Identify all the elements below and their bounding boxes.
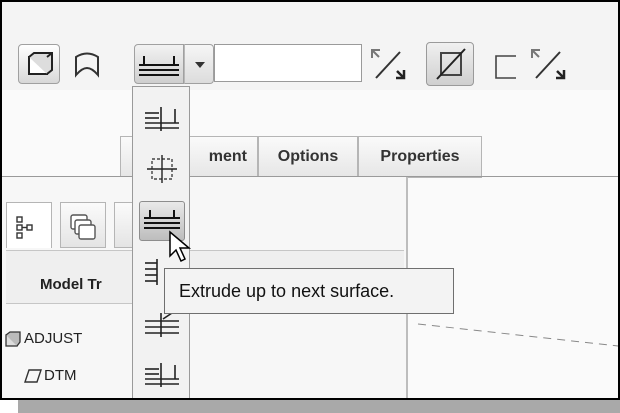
tab-options-label: Options	[277, 148, 339, 165]
surface-icon	[75, 52, 99, 78]
tree-item-part[interactable]: ADJUST	[24, 330, 82, 347]
solid-icon	[28, 52, 53, 75]
flip-direction-icon	[371, 49, 406, 80]
depth-dropdown-button[interactable]	[184, 44, 214, 84]
layers-icon	[70, 214, 96, 240]
mouse-cursor-icon	[169, 230, 192, 263]
to-selected-option[interactable]	[139, 355, 185, 395]
graphics-area[interactable]	[408, 302, 618, 398]
datum-plane-icon	[24, 369, 42, 383]
flip-direction-button[interactable]	[366, 44, 410, 84]
tab-placement-label: ment	[208, 148, 247, 165]
model-tree-tab[interactable]	[6, 202, 52, 248]
tooltip: Extrude up to next surface.	[164, 268, 454, 314]
model-tree-title: Model Tr	[40, 276, 102, 293]
folder-browser-tab[interactable]	[60, 202, 106, 248]
surface-button[interactable]	[70, 48, 104, 80]
remove-material-icon	[436, 48, 466, 80]
depth-blind-icon	[139, 56, 179, 76]
solid-button[interactable]	[18, 44, 60, 84]
part-icon	[5, 331, 21, 347]
tree-item-datum[interactable]: DTM	[44, 367, 77, 384]
flip-thicken-button[interactable]	[526, 44, 570, 84]
blind-depth-option[interactable]	[139, 99, 185, 139]
thicken-sketch-button[interactable]	[486, 46, 526, 86]
tab-properties-label: Properties	[380, 148, 460, 165]
depth-value-input[interactable]	[214, 44, 362, 82]
tab-options[interactable]: Options	[258, 136, 358, 178]
application-window: ment Options Properties Model Tr ADJUST …	[0, 0, 620, 400]
flip-thicken-icon	[531, 49, 566, 80]
thicken-icon	[495, 55, 516, 79]
remove-material-button[interactable]	[426, 42, 474, 86]
extrude-dashboard	[2, 2, 618, 90]
symmetric-depth-icon	[147, 155, 177, 183]
to-selected-icon	[145, 363, 179, 387]
symmetric-depth-option[interactable]	[139, 149, 185, 189]
dropdown-arrow-icon	[195, 62, 205, 68]
tooltip-text: Extrude up to next surface.	[179, 280, 395, 301]
tab-properties[interactable]: Properties	[358, 136, 482, 178]
depth-option-button[interactable]	[134, 44, 184, 84]
window-shadow	[18, 400, 620, 413]
model-tree-icon	[16, 216, 33, 239]
blind-depth-icon	[145, 107, 179, 131]
